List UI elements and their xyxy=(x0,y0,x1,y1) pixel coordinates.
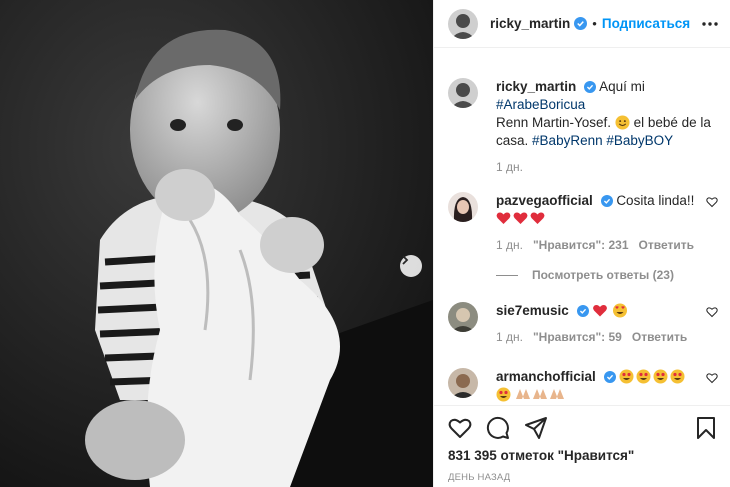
reply-button[interactable]: Ответить xyxy=(639,238,694,252)
heart-emoji-icon xyxy=(496,211,546,226)
post-header: ricky_martin • Подписаться xyxy=(434,0,730,48)
comment-item: sie7emusic 1 дн. "Нравится": 59 Ответить xyxy=(448,302,718,344)
reply-button[interactable]: Ответить xyxy=(632,330,687,344)
avatar[interactable] xyxy=(448,78,478,108)
more-icon[interactable] xyxy=(700,14,720,34)
follow-button[interactable]: Подписаться xyxy=(602,16,690,31)
avatar[interactable] xyxy=(448,368,478,398)
caption-username[interactable]: ricky_martin xyxy=(496,79,576,94)
avatar[interactable] xyxy=(448,192,478,222)
avatar[interactable] xyxy=(448,8,478,39)
comment-item: armanchofficial xyxy=(448,368,718,404)
emoji-row-icon xyxy=(496,387,564,402)
verified-badge-icon xyxy=(574,17,588,30)
post-caption: ricky_martin Aquí mi #ArabeBoricua Renn … xyxy=(448,78,718,174)
comment-item: pazvegaofficial Cosita linda!! 1 дн. "Нр… xyxy=(448,192,718,252)
instagram-post: ricky_martin • Подписаться ricky_martin … xyxy=(0,0,730,487)
comment-username[interactable]: pazvegaofficial xyxy=(496,193,593,208)
bookmark-icon[interactable] xyxy=(695,416,717,440)
comment-icon[interactable] xyxy=(486,416,510,440)
header-username[interactable]: ricky_martin xyxy=(490,16,570,31)
heart-icon[interactable] xyxy=(448,416,472,440)
baby-photo-image xyxy=(0,0,433,487)
view-replies-label: Посмотреть ответы (23) xyxy=(532,268,674,282)
comment-username[interactable]: sie7emusic xyxy=(496,303,569,318)
caption-text: Renn Martin-Yosef. xyxy=(496,115,612,130)
hashtag-link[interactable]: #BabyRenn xyxy=(532,133,603,148)
verified-badge-icon xyxy=(576,305,589,317)
smiling-face-icon xyxy=(615,115,630,130)
like-comment-heart-icon[interactable] xyxy=(706,196,718,208)
comment-likes[interactable]: "Нравится": 231 xyxy=(533,238,629,252)
hashtag-link[interactable]: #BabyBOY xyxy=(606,133,673,148)
comment-time[interactable]: 1 дн. xyxy=(496,330,523,344)
heart-and-heart-eyes-emoji-icon xyxy=(593,303,628,318)
caption-text: Aquí mi xyxy=(599,79,645,94)
view-replies-button[interactable]: Посмотреть ответы (23) xyxy=(496,268,674,282)
like-comment-heart-icon[interactable] xyxy=(706,306,718,318)
verified-badge-icon xyxy=(584,81,597,93)
separator-dot: • xyxy=(592,16,597,31)
comments-list[interactable]: ricky_martin Aquí mi #ArabeBoricua Renn … xyxy=(434,70,730,405)
comment-username[interactable]: armanchofficial xyxy=(496,369,596,384)
avatar[interactable] xyxy=(448,302,478,332)
like-comment-heart-icon[interactable] xyxy=(706,372,718,384)
replies-divider xyxy=(496,274,518,276)
heart-eyes-emoji-icon xyxy=(619,369,685,384)
comment-likes[interactable]: "Нравится": 59 xyxy=(533,330,622,344)
post-sidebar: ricky_martin • Подписаться ricky_martin … xyxy=(433,0,730,487)
post-photo[interactable] xyxy=(0,0,433,487)
next-photo-button[interactable] xyxy=(400,255,422,277)
verified-badge-icon xyxy=(603,371,616,383)
caption-time[interactable]: 1 дн. xyxy=(496,160,523,174)
share-icon[interactable] xyxy=(524,416,548,440)
comment-time[interactable]: 1 дн. xyxy=(496,238,523,252)
likes-count[interactable]: 831 395 отметок "Нравится" xyxy=(448,448,634,463)
comment-text: Cosita linda!! xyxy=(616,193,695,208)
post-timestamp[interactable]: ДЕНЬ НАЗАД xyxy=(448,472,510,483)
verified-badge-icon xyxy=(600,195,613,207)
hashtag-link[interactable]: #ArabeBoricua xyxy=(496,97,585,112)
chevron-right-icon xyxy=(402,255,409,265)
post-actions: 831 395 отметок "Нравится" ДЕНЬ НАЗАД xyxy=(434,405,730,487)
